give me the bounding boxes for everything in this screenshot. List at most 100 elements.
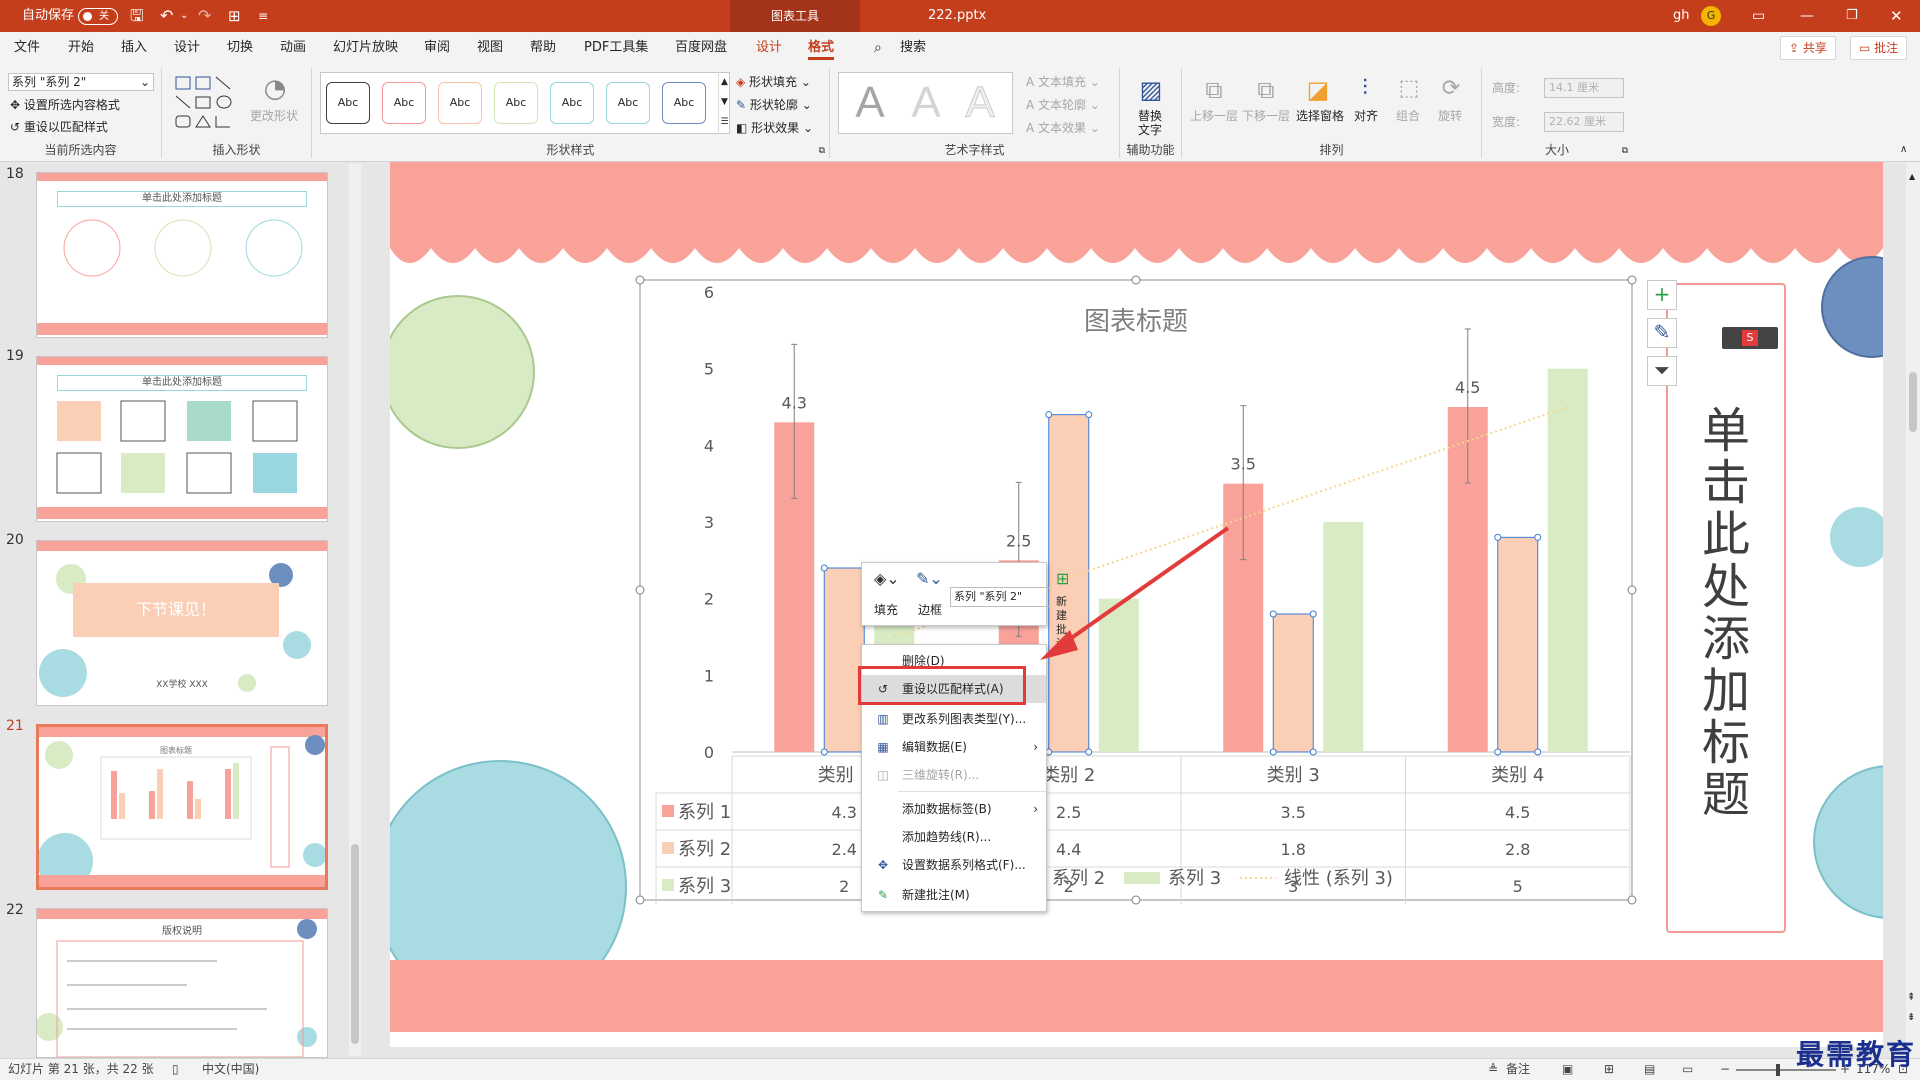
chart-resize-handle <box>1131 895 1141 905</box>
chart-resize-handle <box>1131 275 1141 285</box>
menu-item-label: 设置数据系列格式(F)... <box>902 858 1026 872</box>
menu-item-add-trendline[interactable]: 添加趋势线(R)... <box>862 823 1046 851</box>
table-cell: 2 <box>839 877 849 896</box>
x-tick-label: 类别 4 <box>1491 765 1544 786</box>
y-tick-label: 6 <box>704 283 714 302</box>
comment-icon: ✎ <box>877 888 889 902</box>
slide-sorter-icon[interactable]: ⊞ <box>1604 1059 1614 1079</box>
canvas-scrollbar[interactable]: ▲ ⇞ ⇟ <box>1906 162 1920 1058</box>
table-cell: 2.8 <box>1505 840 1530 859</box>
selection-handle <box>1085 748 1093 756</box>
series-select[interactable]: 系列 "系列 2" <box>950 587 1050 607</box>
chevron-right-icon: › <box>1033 740 1038 754</box>
slideshow-icon[interactable]: ▭ <box>1682 1059 1693 1079</box>
watermark: 最需教育 <box>1796 1038 1917 1071</box>
table-cell: 5 <box>1513 877 1523 896</box>
legend-entry: 线性 (系列 3) <box>1284 868 1393 889</box>
y-tick-label: 3 <box>704 513 714 532</box>
status-bar: 幻灯片 第 21 张，共 22 张 ▯ 中文(中国) ≜ 备注 ▣ ⊞ ▤ ▭ … <box>0 1058 1920 1080</box>
bar-3-3 <box>1323 522 1364 752</box>
paint-bucket-icon[interactable]: ◈⌄ <box>874 569 900 588</box>
new-comment-button[interactable]: 新建 批注 <box>1056 595 1067 651</box>
chart-type-icon: ▥ <box>877 712 889 726</box>
menu-divider <box>898 791 1046 792</box>
prev-slide-icon[interactable]: ⇞ <box>1907 992 1915 1003</box>
x-tick-label: 类别 3 <box>1267 765 1320 786</box>
data-label: 4.5 <box>1455 378 1480 397</box>
selection-handle <box>1045 411 1053 419</box>
menu-item-add-data-labels[interactable]: 添加数据标签(B) › <box>862 795 1046 823</box>
powerpoint-window: 自动保存 关 🖫 ↶ ⌄ ↷ ⊞ ≡ 图表工具 222.pptx gh G ▭ … <box>0 0 1920 1080</box>
selection-handle <box>1309 610 1317 618</box>
series-select-value: 系列 "系列 2" <box>954 590 1023 603</box>
new-comment-label-1: 新建 <box>1056 595 1067 622</box>
slide-info: 幻灯片 第 21 张，共 22 张 <box>8 1062 154 1076</box>
chart-resize-handle <box>1627 895 1637 905</box>
zoom-out-icon[interactable]: − <box>1720 1059 1730 1079</box>
chart[interactable]: 图表标题01234564.32.53.54.5类别 1 类别 2 类别 3 类别 4系… <box>0 0 1920 1080</box>
menu-item-label: 更改系列图表类型(Y)... <box>902 712 1027 726</box>
fill-button[interactable]: 填充 <box>874 601 898 618</box>
notes-icon[interactable]: ≜ <box>1488 1059 1498 1079</box>
chart-filters-button[interactable]: ⏷ <box>1647 356 1677 386</box>
table-series-label: 系列 3 <box>678 876 731 897</box>
selection-handle <box>1309 748 1317 756</box>
menu-item-change-chart-type[interactable]: ▥ 更改系列图表类型(Y)... <box>862 705 1046 733</box>
bar-2-4 <box>1497 536 1539 753</box>
chart-elements-button[interactable]: + <box>1647 280 1677 310</box>
ime-icon: S <box>1742 330 1758 346</box>
data-label: 3.5 <box>1231 455 1256 474</box>
menu-item-label: 编辑数据(E) <box>902 740 967 754</box>
pen-icon[interactable]: ✎⌄ <box>916 569 943 588</box>
selection-handle <box>1494 748 1502 756</box>
y-tick-label: 1 <box>704 666 714 685</box>
spellcheck-icon[interactable]: ▯ <box>172 1059 179 1079</box>
selection-handle <box>1494 533 1502 541</box>
chart-resize-handle <box>635 895 645 905</box>
chart-title: 图表标题 <box>1084 306 1188 336</box>
reading-view-icon[interactable]: ▤ <box>1644 1059 1655 1079</box>
chart-resize-handle <box>635 275 645 285</box>
outline-button[interactable]: 边框 <box>918 601 942 618</box>
bar-2-3 <box>1272 613 1314 753</box>
bar-3-2 <box>1098 598 1139 752</box>
normal-view-icon[interactable]: ▣ <box>1562 1059 1573 1079</box>
y-tick-label: 0 <box>704 743 714 762</box>
new-comment-icon[interactable]: ⊞ <box>1056 569 1069 588</box>
bar-2-1 <box>823 567 865 753</box>
selection-handle <box>1085 411 1093 419</box>
highlight-box <box>858 666 1026 705</box>
rotation-icon: ◫ <box>877 768 889 782</box>
next-slide-icon[interactable]: ⇟ <box>1907 1012 1915 1023</box>
table-cell: 4.3 <box>832 803 857 822</box>
chart-resize-handle <box>1627 585 1637 595</box>
table-cell: 4.5 <box>1505 803 1530 822</box>
scroll-up-icon[interactable]: ▲ <box>1909 172 1915 181</box>
legend-key <box>1124 872 1160 884</box>
menu-item-format-series[interactable]: ✥ 设置数据系列格式(F)... <box>862 851 1046 879</box>
table-cell: 1.8 <box>1281 840 1306 859</box>
chart-styles-button[interactable]: ✎ <box>1647 318 1677 348</box>
data-label: 4.3 <box>782 393 807 412</box>
zoom-slider-thumb[interactable] <box>1776 1064 1780 1076</box>
menu-item-3d-rotation[interactable]: ◫ 三维旋转(R)... <box>862 761 1046 789</box>
chevron-right-icon: › <box>1033 802 1038 816</box>
x-tick-label: 类别 2 <box>1042 765 1095 786</box>
language[interactable]: 中文(中国) <box>202 1059 259 1079</box>
format-icon: ✥ <box>877 858 889 872</box>
table-cell: 2.5 <box>1056 803 1081 822</box>
bar-3-4 <box>1547 368 1588 752</box>
notes-button[interactable]: 备注 <box>1506 1059 1530 1079</box>
menu-item-edit-data[interactable]: ▦ 编辑数据(E) › <box>862 733 1046 761</box>
menu-item-new-comment[interactable]: ✎ 新建批注(M) <box>862 881 1046 909</box>
chart-resize-handle <box>635 585 645 595</box>
table-cell: 2.4 <box>832 840 857 859</box>
selection-handle <box>820 564 828 572</box>
ime-toolbar[interactable]: S <box>1722 327 1778 349</box>
filter-icon: ⏷ <box>1654 358 1670 382</box>
legend-key <box>662 805 674 817</box>
scrollbar-thumb[interactable] <box>1909 372 1917 432</box>
selection-handle <box>1534 533 1542 541</box>
menu-item-label: 三维旋转(R)... <box>902 768 980 782</box>
legend-entry: 系列 3 <box>1168 868 1221 889</box>
